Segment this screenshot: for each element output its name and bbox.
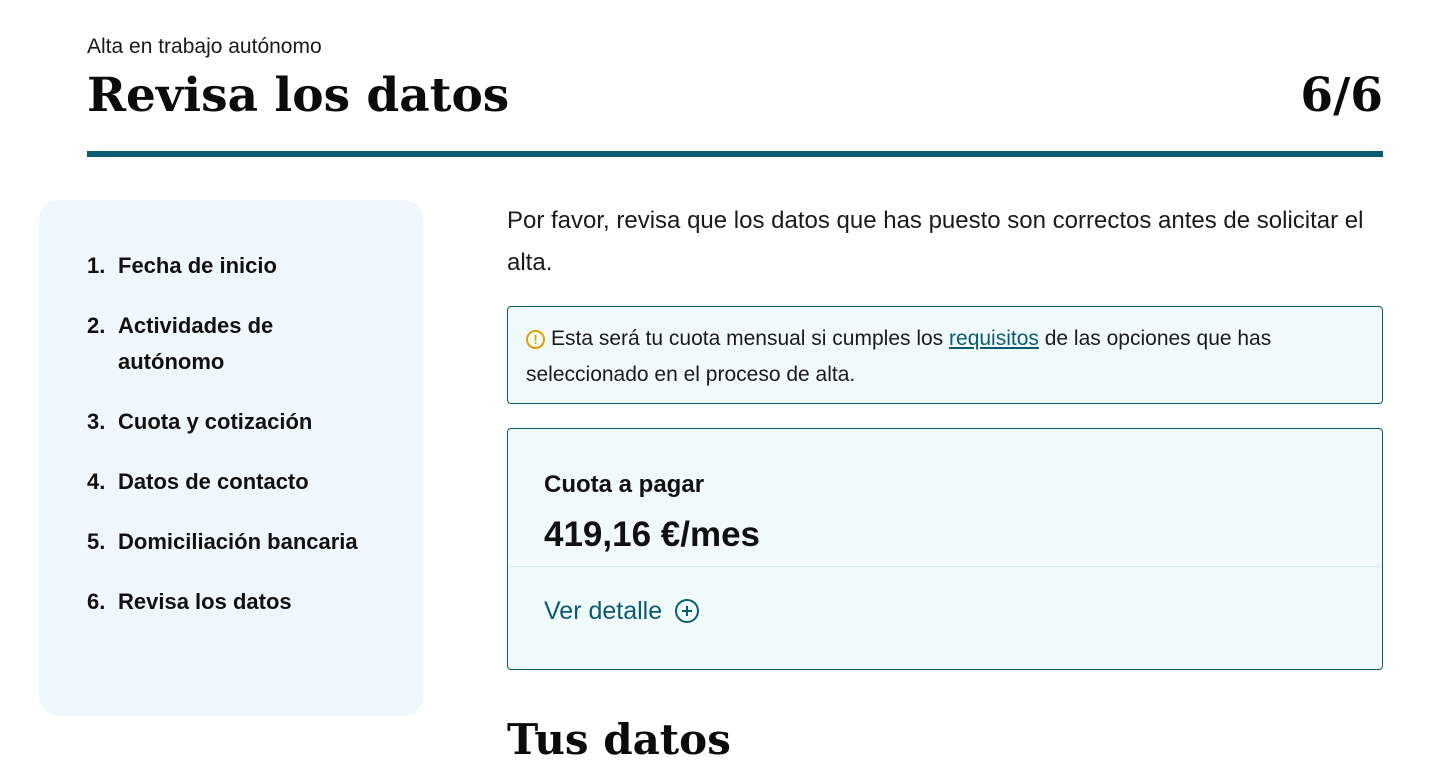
quota-card: Cuota a pagar 419,16 €/mes Ver detalle	[507, 428, 1383, 670]
requisitos-link[interactable]: requisitos	[949, 327, 1039, 350]
main-content: Por favor, revisa que los datos que has …	[507, 200, 1383, 770]
step-item-contacto[interactable]: 4. Datos de contacto	[87, 464, 423, 500]
step-item-fecha-inicio[interactable]: 1. Fecha de inicio	[87, 248, 423, 284]
notice-text-before: Esta será tu cuota mensual si cumples lo…	[551, 327, 950, 350]
header-divider	[87, 151, 1383, 157]
step-label: Fecha de inicio	[118, 253, 277, 278]
step-label: Datos de contacto	[118, 469, 309, 494]
step-label: Revisa los datos	[118, 589, 292, 614]
quota-amount: 419,16 €/mes	[544, 515, 761, 554]
step-label: Actividades de autónomo	[118, 313, 274, 374]
page: Alta en trabajo autónomo Revisa los dato…	[0, 0, 1451, 772]
step-number: 2.	[87, 313, 106, 338]
plus-circle-icon[interactable]	[675, 599, 700, 623]
ver-detalle-link[interactable]: Ver detalle	[544, 593, 662, 629]
step-item-cuota[interactable]: 3. Cuota y cotización	[87, 404, 423, 440]
step-number: 3.	[87, 409, 106, 434]
step-number: 6.	[87, 589, 106, 614]
step-item-domiciliacion[interactable]: 5. Domiciliación bancaria	[87, 524, 423, 560]
warning-icon: !	[526, 330, 545, 349]
step-label: Cuota y cotización	[118, 409, 313, 434]
page-header: Alta en trabajo autónomo Revisa los dato…	[87, 34, 1383, 126]
steps-list: 1. Fecha de inicio 2. Actividades de aut…	[87, 248, 423, 620]
quota-summary: Cuota a pagar 419,16 €/mes	[508, 429, 1382, 567]
intro-text: Por favor, revisa que los datos que has …	[507, 207, 1364, 276]
title-row: Revisa los datos 6/6	[87, 66, 1383, 126]
section-title-tus-datos: Tus datos	[507, 715, 731, 764]
steps-sidebar: 1. Fecha de inicio 2. Actividades de aut…	[39, 200, 423, 716]
process-name: Alta en trabajo autónomo	[87, 35, 322, 58]
step-number: 5.	[87, 529, 106, 554]
quota-label: Cuota a pagar	[544, 471, 705, 498]
step-label: Domiciliación bancaria	[118, 529, 358, 554]
page-title: Revisa los datos	[87, 68, 510, 123]
step-counter: 6/6	[1300, 68, 1383, 123]
quota-notice: ! Esta será tu cuota mensual si cumples l…	[507, 306, 1383, 404]
step-number: 1.	[87, 253, 106, 278]
step-item-actividades[interactable]: 2. Actividades de autónomo	[87, 308, 423, 380]
detail-toggle[interactable]: Ver detalle	[508, 567, 1382, 629]
step-item-revisa[interactable]: 6. Revisa los datos	[87, 584, 423, 620]
step-number: 4.	[87, 469, 106, 494]
